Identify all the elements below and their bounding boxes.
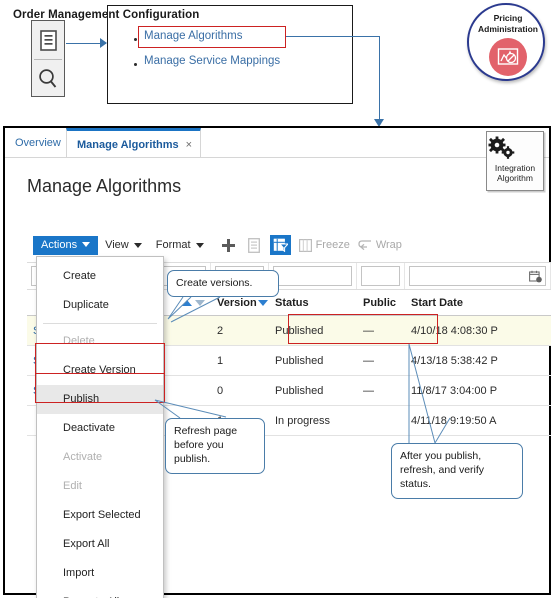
cell-version: 0 [217,384,224,397]
cell-public [357,406,405,435]
page-title: Manage Algorithms [27,176,182,196]
actions-button[interactable]: Actions [33,235,99,255]
cell-public: — [363,384,374,397]
query-by-example-icon[interactable] [269,235,291,255]
header-public-label: Public [363,296,397,309]
tab-manage-algorithms[interactable]: Manage Algorithms × [66,128,202,158]
view-menu-label: View [105,239,129,251]
cell-version: 2 [217,324,224,337]
menu-item-create-version[interactable]: Create Version [37,356,163,385]
freeze-label: Freeze [315,239,350,251]
tab-overview-label: Overview [15,137,61,149]
bullet-icon [134,63,137,66]
cell-status: Published [275,384,324,397]
integration-algorithm-label: Integration Algorithm [494,163,536,183]
tab-manage-algorithms-label: Manage Algorithms [77,138,179,151]
calendar-picker-icon[interactable] [529,270,542,283]
menu-item-export-selected[interactable]: Export Selected [37,501,163,530]
cell-start-date: 4/11/18 9:19:50 A [411,414,497,427]
navigation-diagram: Order Management Configuration Manage Al… [0,0,554,127]
filter-input-start-date[interactable] [409,266,546,286]
cell-version: 1 [217,354,224,367]
sort-ascending-icon[interactable] [182,299,192,306]
chevron-down-icon [195,242,204,248]
table-toolbar: Actions View Format Freeze Wrap [33,234,402,256]
filter-cell-status [269,263,357,289]
menu-item-promote-all[interactable]: Promote All [37,588,163,598]
callout-refresh-before-publish: Refresh page before you publish. [165,418,265,474]
menu-item-activate: Activate [63,451,103,463]
connector-arrowhead-left [100,38,107,48]
connector-line-horizontal [286,36,380,38]
cell-public: — [363,354,374,367]
menu-item-publish[interactable]: Publish [37,385,163,414]
application-window: Overview Manage Algorithms × Integration… [3,126,551,598]
header-start-date-label: Start Date [411,296,463,309]
highlight-box-manage-algorithms [138,26,286,48]
navigator-icon-panel[interactable] [31,20,65,97]
cell-start-date: 4/10/18 4:08:30 P [411,324,498,337]
screenshot-root: Order Management Configuration Manage Al… [0,0,554,598]
header-version-label: Version [217,296,257,309]
filter-input-status[interactable] [273,266,352,286]
wrap-label: Wrap [375,239,402,251]
menu-item-delete: Delete [63,335,95,347]
cell-status: Published [275,354,324,367]
header-status[interactable]: Status [269,290,357,315]
pricing-administration-label: Pricing Administration [478,13,538,34]
header-public[interactable]: Public [357,290,405,315]
chevron-down-icon [133,242,142,248]
cell-status: Published [275,324,324,337]
detach-icon [247,237,260,253]
format-menu[interactable]: Format [149,236,211,254]
magnifier-icon[interactable] [32,60,64,98]
tab-strip: Overview Manage Algorithms × [5,128,549,158]
plus-icon[interactable] [221,238,236,253]
freeze-icon [298,238,312,252]
pricing-chart-icon [489,38,527,76]
tab-overview[interactable]: Overview [15,128,61,158]
callout-after-publish: After you publish, refresh, and verify s… [391,443,523,499]
view-menu[interactable]: View [98,236,149,254]
actions-button-label: Actions [41,238,78,251]
menu-item-import[interactable]: Import [37,559,163,588]
sort-descending-icon[interactable] [195,299,205,306]
menu-item-deactivate[interactable]: Deactivate [37,414,163,443]
gears-icon [487,136,543,162]
wrap-icon [358,239,372,251]
link-manage-service-mappings[interactable]: Manage Service Mappings [144,55,280,67]
cell-start-date: 4/13/18 5:38:42 P [411,354,498,367]
bullet-icon [134,38,137,41]
menu-item-export-all[interactable]: Export All [37,530,163,559]
header-status-label: Status [275,296,309,309]
omc-title: Order Management Configuration [13,9,200,21]
menu-divider [43,323,157,324]
integration-algorithm-button[interactable]: Integration Algorithm [486,131,544,191]
pricing-administration-badge: Pricing Administration [467,3,545,81]
cell-status: In progress [275,414,331,427]
close-icon[interactable]: × [186,139,192,151]
header-start-date[interactable]: Start Date [405,290,551,315]
format-menu-label: Format [155,239,191,251]
freeze-button: Freeze [298,238,350,252]
menu-item-duplicate[interactable]: Duplicate [37,291,163,320]
filter-cell-public [357,263,405,289]
filter-cell-start-date [405,263,551,289]
wrap-button: Wrap [358,239,402,251]
connector-line-vertical [378,36,380,124]
menu-item-edit: Edit [63,480,82,492]
callout-create-versions: Create versions. [167,270,279,297]
cell-public: — [363,324,374,337]
filter-input-public[interactable] [361,266,400,286]
list-document-icon[interactable] [32,21,64,59]
menu-item-create[interactable]: Create [37,262,163,291]
chevron-down-icon [82,242,91,247]
actions-dropdown-menu: Create Duplicate Delete Create Version P… [36,256,164,598]
cell-start-date: 11/8/17 3:04:00 P [411,384,498,397]
sort-descending-icon[interactable] [257,299,268,306]
